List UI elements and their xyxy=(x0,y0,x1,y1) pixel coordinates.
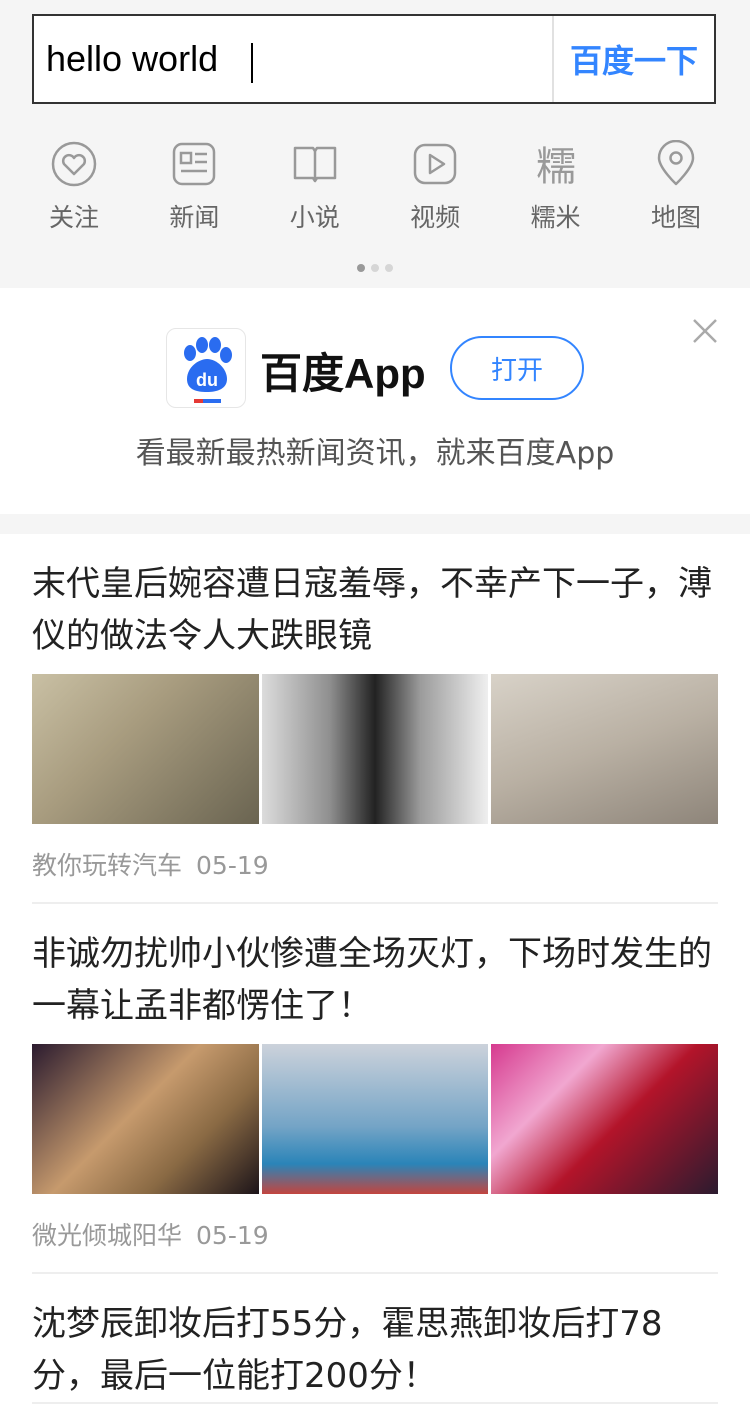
news-image[interactable] xyxy=(32,1044,259,1194)
page-dot-active xyxy=(357,264,365,272)
nav-item-news[interactable]: 新闻 xyxy=(134,140,254,240)
news-image[interactable] xyxy=(491,1044,719,1194)
search-header: 百度一下 关注 新闻 小说 xyxy=(0,0,750,288)
svg-text:糯: 糯 xyxy=(536,144,576,188)
close-icon[interactable] xyxy=(690,316,720,346)
news-images xyxy=(32,1044,719,1194)
nav-item-novel[interactable]: 小说 xyxy=(255,140,375,240)
news-image[interactable] xyxy=(261,674,489,824)
nav-label: 小说 xyxy=(289,203,340,232)
nav-item-map[interactable]: 地图 xyxy=(616,140,736,240)
nav-label: 视频 xyxy=(410,203,461,232)
news-image[interactable] xyxy=(32,674,259,824)
video-play-icon xyxy=(413,143,457,185)
nav-label: 地图 xyxy=(650,203,701,232)
nav-item-follow[interactable]: 关注 xyxy=(14,140,134,240)
news-meta: 微光倾城阳华 05-19 xyxy=(32,1194,718,1272)
news-title[interactable]: 非诚勿扰帅小伙惨遭全场灭灯，下场时发生的一幕让孟非都愣住了！ xyxy=(32,904,718,1032)
news-images xyxy=(32,674,719,824)
search-button[interactable]: 百度一下 xyxy=(552,16,714,102)
app-name: 百度App xyxy=(260,350,426,397)
nav-label: 关注 xyxy=(48,203,99,232)
baidu-paw-icon: du xyxy=(184,337,232,403)
news-feed: 末代皇后婉容遭日寇羞辱，不幸产下一子，溥仪的做法令人大跌眼镜 教你玩转汽车 05-… xyxy=(0,534,750,1404)
app-promo-banner: du 百度App 打开 看最新最热新闻资讯，就来百度App xyxy=(0,288,750,514)
news-date: 05-19 xyxy=(196,851,269,880)
news-meta: 教你玩转汽车 05-19 xyxy=(32,824,718,902)
heart-icon xyxy=(51,141,97,187)
map-pin-icon xyxy=(657,140,695,186)
news-item[interactable]: 末代皇后婉容遭日寇羞辱，不幸产下一子，溥仪的做法令人大跌眼镜 教你玩转汽车 05-… xyxy=(32,534,719,904)
news-title[interactable]: 沈梦辰卸妆后打55分，霍思燕卸妆后打78分，最后一位能打200分！ xyxy=(32,1274,718,1402)
news-source: 微光倾城阳华 xyxy=(32,1221,183,1250)
news-date: 05-19 xyxy=(196,1221,269,1250)
news-image[interactable] xyxy=(261,1044,489,1194)
nav-label: 新闻 xyxy=(169,203,220,232)
news-source: 教你玩转汽车 xyxy=(32,851,183,880)
baidu-app-logo: du xyxy=(166,328,246,408)
news-title[interactable]: 末代皇后婉容遭日寇羞辱，不幸产下一子，溥仪的做法令人大跌眼镜 xyxy=(32,534,718,662)
search-box[interactable]: 百度一下 xyxy=(32,14,716,104)
nav-item-nuomi[interactable]: 糯 糯米 xyxy=(496,140,616,240)
nav-label: 糯米 xyxy=(530,203,581,232)
nuomi-icon: 糯 xyxy=(536,144,576,188)
nav-item-video[interactable]: 视频 xyxy=(375,140,495,240)
news-item[interactable]: 沈梦辰卸妆后打55分，霍思燕卸妆后打78分，最后一位能打200分！ xyxy=(32,1274,718,1404)
news-icon xyxy=(173,142,216,186)
page-indicator xyxy=(0,264,750,272)
section-divider xyxy=(0,514,750,534)
book-icon xyxy=(293,146,337,183)
page-dot xyxy=(385,264,393,272)
search-input[interactable] xyxy=(34,16,554,102)
page-dot xyxy=(371,264,379,272)
open-app-button[interactable]: 打开 xyxy=(450,336,584,400)
text-caret xyxy=(251,43,253,83)
svg-text:du: du xyxy=(196,370,218,390)
promo-slogan: 看最新最热新闻资讯，就来百度App xyxy=(135,436,615,471)
quick-nav: 关注 新闻 小说 视频 糯 糯米 地图 xyxy=(14,140,736,240)
news-image[interactable] xyxy=(491,674,719,824)
news-item[interactable]: 非诚勿扰帅小伙惨遭全场灭灯，下场时发生的一幕让孟非都愣住了！ 微光倾城阳华 05-… xyxy=(32,904,719,1274)
